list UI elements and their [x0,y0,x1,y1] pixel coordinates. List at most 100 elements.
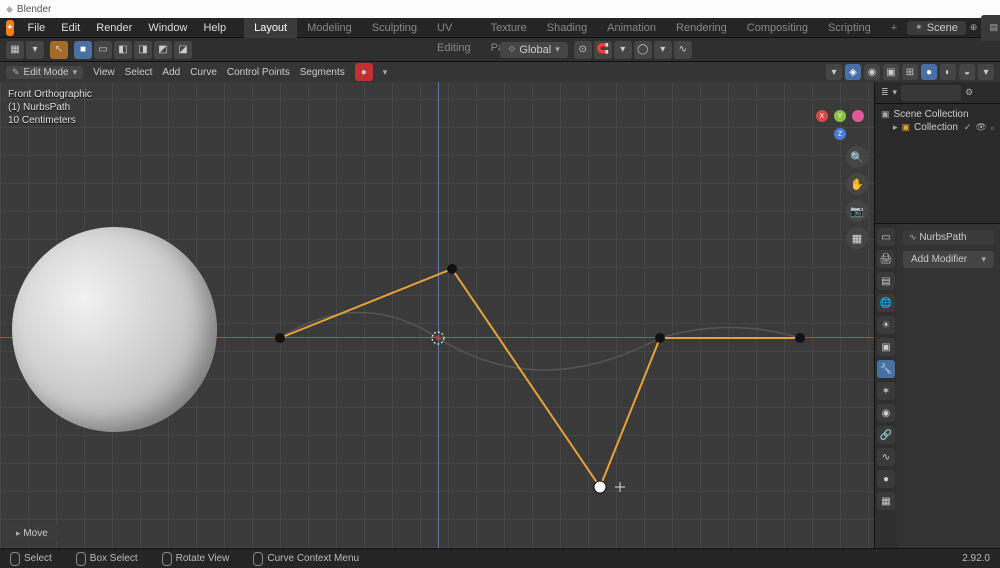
proportional-icon[interactable]: ◯ [634,41,652,59]
tab-uvediting[interactable]: UV Editing [427,18,481,38]
editor-type-icon[interactable]: ▦ [6,41,24,59]
menu-select[interactable]: Select [125,67,153,78]
tab-shading[interactable]: Shading [537,18,597,38]
menu-view[interactable]: View [93,67,115,78]
curve-draw-icon[interactable]: ∿ [674,41,692,59]
chevron-down-icon[interactable]: ▾ [383,67,388,78]
prop-render-icon[interactable]: ▭ [877,228,895,246]
scene-selector[interactable]: ✶ Scene [907,21,966,35]
prop-data-icon[interactable]: ∿ [877,448,895,466]
prop-object-icon[interactable]: ▣ [877,338,895,356]
menu-curve[interactable]: Curve [190,67,217,78]
chevron-down-icon[interactable]: ▾ [978,64,994,80]
chevron-down-icon[interactable]: ▾ [893,87,898,98]
prop-modifier-icon[interactable]: 🔧 [877,360,895,378]
eye-icon[interactable]: 👁 [975,122,986,133]
tab-layout[interactable]: Layout [244,18,297,38]
gizmo-icon[interactable]: ◈ [845,64,861,80]
outliner-search[interactable] [901,85,961,101]
shading-solid-icon[interactable]: ● [921,64,937,80]
editmode-icon: ✎ [12,67,20,78]
prop-output-icon[interactable]: 🖨 [877,250,895,268]
menu-controlpoints[interactable]: Control Points [227,67,290,78]
3d-viewport[interactable]: Front Orthographic (1) NurbsPath 10 Cent… [0,82,874,548]
tab-add[interactable]: + [881,18,907,38]
menu-add[interactable]: Add [162,67,180,78]
axis-y-icon[interactable]: Y [834,110,846,122]
prop-particles-icon[interactable]: ✶ [877,382,895,400]
prop-physics-icon[interactable]: ◉ [877,404,895,422]
orientation-dropdown[interactable]: ⟐ Global ▾ [500,42,567,58]
scene-new-icon[interactable]: ⊕ [970,22,978,33]
camera-icon[interactable]: 📷 [846,200,868,222]
breadcrumb[interactable]: ∿ NurbsPath [903,230,994,245]
tab-modeling[interactable]: Modeling [297,18,362,38]
mouse-icon [162,552,172,566]
overlay-line1: Front Orthographic [8,88,92,101]
overlay-line3: 10 Centimeters [8,114,92,127]
add-modifier-button[interactable]: Add Modifier ▾ [903,251,994,268]
axis-z-icon[interactable]: Z [834,128,846,140]
checkmark-icon[interactable]: ✓ [964,122,972,133]
menu-file[interactable]: File [20,18,54,38]
outliner-icon[interactable]: ≣ [881,87,889,98]
selectmode-3[interactable]: ◧ [114,41,132,59]
viewlayer-selector[interactable]: ▤ View Layer [981,15,1000,41]
tab-texturepaint[interactable]: Texture Paint [481,18,537,38]
tab-rendering[interactable]: Rendering [666,18,737,38]
menubar: ✦ File Edit Render Window Help Layout Mo… [0,18,1000,38]
axis-x-icon[interactable]: X [816,110,828,122]
selectmode-2[interactable]: ▭ [94,41,112,59]
outliner-row-collection[interactable]: ▸ ▣ Collection ✓ 👁 ▫ [893,121,994,134]
menu-window[interactable]: Window [140,18,195,38]
selectmode-6[interactable]: ◪ [174,41,192,59]
prop-world-icon[interactable]: ☀ [877,316,895,334]
record-icon[interactable]: ● [355,63,373,81]
prop-viewlayer-icon[interactable]: ▤ [877,272,895,290]
overlay-icon[interactable]: ◉ [864,64,880,80]
chevron-down-icon[interactable]: ▾ [26,41,44,59]
outliner-row-scene[interactable]: ▣ Scene Collection [881,108,994,121]
selectmode-5[interactable]: ◩ [154,41,172,59]
menu-edit[interactable]: Edit [53,18,88,38]
shading-render-icon[interactable]: ◒ [959,64,975,80]
mode-dropdown[interactable]: ✎ Edit Mode ▾ [6,66,83,79]
axis-gizmo[interactable]: X Y Z [816,92,864,140]
selectmode-1[interactable]: ■ [74,41,92,59]
snap-icon[interactable]: 🧲 [594,41,612,59]
menu-segments[interactable]: Segments [300,67,345,78]
selectmode-4[interactable]: ◨ [134,41,152,59]
xray-icon[interactable]: ▣ [883,64,899,80]
last-operator-panel[interactable]: ▸ Move [6,525,58,542]
prop-material-icon[interactable]: ● [877,470,895,488]
tab-animation[interactable]: Animation [597,18,666,38]
outliner[interactable]: ▣ Scene Collection ▸ ▣ Collection ✓ 👁 ▫ [875,104,1000,224]
cursor-tool-icon[interactable]: ↖ [50,41,68,59]
blender-logo-icon[interactable]: ✦ [6,20,14,36]
render-icon[interactable]: ▫ [991,123,994,133]
pan-icon[interactable]: ✋ [846,173,868,195]
tab-sculpting[interactable]: Sculpting [362,18,427,38]
chevron-down-icon[interactable]: ▾ [654,41,672,59]
status-version: 2.92.0 [962,553,990,564]
chevron-right-icon: ▸ [16,528,21,538]
properties-tabs: ▭ 🖨 ▤ 🌐 ☀ ▣ 🔧 ✶ ◉ 🔗 ∿ ● ▦ [875,224,897,548]
zoom-icon[interactable]: 🔍 [846,146,868,168]
snap-options-icon[interactable]: ▾ [614,41,632,59]
prop-texture-icon[interactable]: ▦ [877,492,895,510]
filter-icon[interactable]: ⚙ [965,87,973,98]
menu-help[interactable]: Help [195,18,234,38]
shading-wire-icon[interactable]: ⊞ [902,64,918,80]
tab-compositing[interactable]: Compositing [737,18,818,38]
shading-matprev-icon[interactable]: ◐ [940,64,956,80]
prop-constraints-icon[interactable]: 🔗 [877,426,895,444]
view-option-icon[interactable]: ▾ [826,64,842,80]
statusbar: Select Box Select Rotate View Curve Cont… [0,548,1000,568]
persp-ortho-icon[interactable]: ▦ [846,227,868,249]
menu-render[interactable]: Render [88,18,140,38]
pivot-icon[interactable]: ⊙ [574,41,592,59]
tab-scripting[interactable]: Scripting [818,18,881,38]
prop-scene-icon[interactable]: 🌐 [877,294,895,312]
axis-neg-icon[interactable] [852,110,864,122]
status-select: Select [10,552,52,566]
